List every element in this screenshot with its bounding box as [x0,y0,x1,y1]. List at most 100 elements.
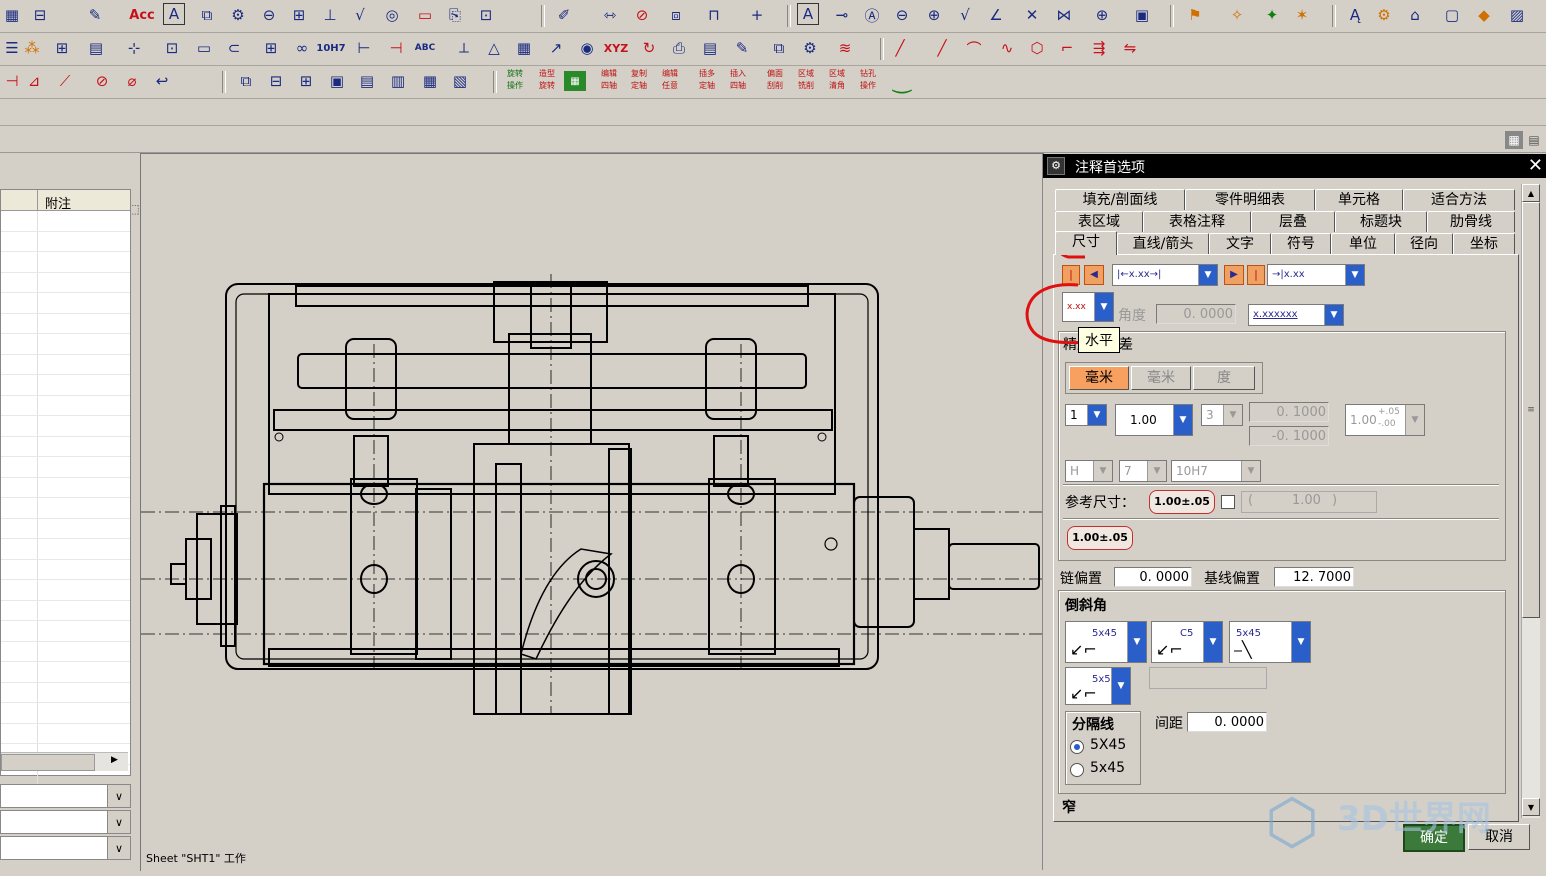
tol-precision-dropdown[interactable]: 3 ▼ [1201,404,1243,426]
navigator-row[interactable] [1,539,130,560]
spacing-input[interactable]: 0. 0000 [1187,712,1267,732]
reference-dim-button[interactable]: 1.00±.05 [1149,490,1215,514]
navigator-hscroll[interactable]: ▶ [1,752,128,771]
navigator-row[interactable] [1,621,130,642]
ext-line-left-button[interactable]: | [1062,265,1080,285]
cn-btn-8[interactable]: 区域 铣削 [791,68,821,94]
tab-text[interactable]: 文字 [1209,233,1271,254]
mirror-icon[interactable]: ⇋ [1118,36,1142,60]
dialog-gear-icon[interactable]: ⚙ [1047,157,1065,175]
navigator-row[interactable] [1,293,130,314]
drawing-canvas[interactable]: Sheet "SHT1" 工作 [140,153,1044,871]
triangle-icon[interactable]: △ [482,36,506,60]
separator-radio-2[interactable] [1070,763,1084,777]
dim-edit-icon[interactable]: ⊣ [0,69,24,93]
window-icon[interactable]: ▭ [192,36,216,60]
surface-icon[interactable]: √ [348,3,372,27]
navigator-row[interactable] [1,211,130,232]
navigator-row[interactable] [1,334,130,355]
path-icon[interactable]: ✦ [1260,3,1284,27]
cn-btn-9[interactable]: 区域 清角 [822,68,852,94]
update-icon[interactable]: ⎙ [667,36,691,60]
navigator-combo-1[interactable]: ∨ [0,784,131,808]
display-icon[interactable]: ▣ [1130,3,1154,27]
font-icon[interactable]: Ą [1343,3,1367,27]
navigator-row[interactable] [1,580,130,601]
note-icon[interactable]: ✎ [83,3,107,27]
anchor-text-icon[interactable]: Ⓐ [860,3,884,27]
navigator-row[interactable] [1,641,130,662]
gear-icon[interactable]: ⚙ [1372,3,1396,27]
navigator-row[interactable] [1,498,130,519]
shape-icon[interactable]: ⬡ [1025,36,1049,60]
view-edit-icon[interactable]: ⊟ [264,69,288,93]
tab-line-arrow[interactable]: 直线/箭头 [1117,233,1209,254]
tolerance-type-dropdown[interactable]: 1.00 ▼ [1115,404,1193,436]
navigator-row[interactable] [1,477,130,498]
cn-btn-3[interactable]: 复制 定轴 [624,68,654,94]
axis-icon[interactable]: ⊹ [122,36,146,60]
table-icon[interactable]: ▦ [0,3,24,27]
hatch-icon[interactable]: ▨ [1505,3,1529,27]
view-delete-icon[interactable]: ▧ [448,69,472,93]
abc-icon[interactable]: ABC [413,36,437,60]
reference-dim-checkbox[interactable] [1221,495,1235,509]
view-sec-icon[interactable]: ▣ [325,69,349,93]
abd-icon[interactable]: ▤ [84,36,108,60]
dim-rad-icon[interactable]: ⊿ [22,69,46,93]
check-icon[interactable]: √ [953,3,977,27]
navigator-row[interactable] [1,252,130,273]
grid-green-icon[interactable]: ▦ [564,71,586,91]
tolerance-format-button[interactable]: 1.00±.05 [1067,526,1133,550]
tab-symbol[interactable]: 符号 [1271,233,1331,254]
cn-btn-7[interactable]: 偏面 刮削 [760,68,790,94]
zoom-icon[interactable]: ⊖ [890,3,914,27]
fit-display-dropdown[interactable]: 10H7 ▼ [1171,460,1261,482]
tab-rib[interactable]: 肋骨线 [1427,211,1515,232]
tool-icon[interactable]: ✧ [1225,3,1249,27]
navigator-row[interactable] [1,457,130,478]
circle-slash-icon[interactable]: ⊘ [90,69,114,93]
unit-mm-button[interactable]: 毫米 [1069,366,1129,390]
edit-line-icon[interactable]: ✎ [730,36,754,60]
chamfer-style-dropdown-4[interactable]: 5x5 ↙⌐ ▼ [1065,667,1131,705]
unit-degree-button[interactable]: 度 [1193,366,1255,390]
text-orientation-dropdown[interactable]: x.xx ▼ [1062,292,1114,322]
datum-icon[interactable]: ⊖ [257,3,281,27]
angle-icon[interactable]: ∠ [984,3,1008,27]
navigator-row[interactable] [1,231,130,252]
navigator-row[interactable] [1,559,130,580]
zoom-in-icon[interactable]: ⊕ [922,3,946,27]
cross-icon[interactable]: ✕ [1020,3,1044,27]
dotted-icon[interactable]: ⊞ [259,36,283,60]
dim-icon[interactable]: ⊢ [352,36,376,60]
grid-icon[interactable]: ⊞ [50,36,74,60]
centerline-icon[interactable]: + [745,3,769,27]
machine-icon[interactable]: ⌂ [1403,3,1427,27]
trim-icon[interactable]: ⋈ [1052,3,1076,27]
target-filled-icon[interactable]: ◉ [575,36,599,60]
fit-hole-dropdown[interactable]: H ▼ [1065,460,1113,482]
refresh-icon[interactable]: ↻ [637,36,661,60]
pen-icon[interactable]: ✐ [552,3,576,27]
navigator-row[interactable] [1,600,130,621]
target-icon[interactable]: ⊞ [287,3,311,27]
navigator-row[interactable] [1,272,130,293]
table-grid-icon[interactable]: ▦ [512,36,536,60]
sheet-icon[interactable]: ▤ [698,36,722,60]
dialog-icon[interactable]: ⧉ [767,36,791,60]
upper-tolerance-input[interactable]: 0. 1000 [1249,402,1329,422]
view-break-icon[interactable]: ▥ [386,69,410,93]
view-icon[interactable]: ⊡ [474,3,498,27]
tab-unit[interactable]: 单位 [1331,233,1395,254]
line-draw-icon[interactable]: ╱ [888,36,912,60]
view-update-icon[interactable]: ▦ [418,69,442,93]
frame-icon[interactable]: ⊡ [160,36,184,60]
binoculars-icon[interactable]: ∞ [290,36,314,60]
ruler-icon[interactable]: ⟂ [452,36,476,60]
tab-dimension[interactable]: 尺寸 [1055,231,1117,255]
navigator-row[interactable] [1,518,130,539]
waves-icon[interactable]: ≋ [833,36,857,60]
text-placement-dropdown[interactable]: →|x.xx ▼ [1267,264,1365,286]
separator-radio-1[interactable] [1070,740,1084,754]
